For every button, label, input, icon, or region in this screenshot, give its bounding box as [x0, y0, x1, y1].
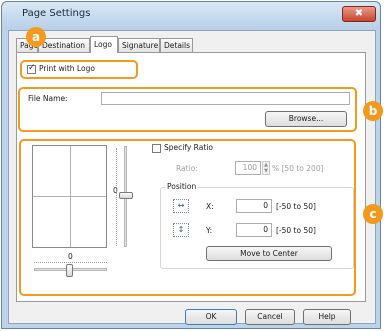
y-label: Y:	[206, 226, 213, 235]
tab-signature[interactable]: Signature	[118, 38, 160, 52]
tab-label: Signature	[122, 41, 159, 50]
callout-badge-a: a	[26, 27, 46, 47]
ratio-range: % [50 to 200]	[272, 164, 324, 173]
y-range: [-50 to 50]	[276, 226, 316, 235]
y-position-input[interactable]: 0	[236, 223, 272, 237]
tab-label: Logo	[94, 40, 112, 49]
tab-label: Details	[164, 41, 191, 50]
help-button[interactable]: Help	[303, 309, 351, 325]
spin-down-icon[interactable]: ▼	[263, 168, 269, 174]
horizontal-position-value: 0	[68, 252, 73, 261]
ratio-input[interactable]: 100	[235, 161, 261, 175]
preview-horizontal-guide	[33, 196, 106, 197]
vertical-position-icon: ↕	[173, 223, 189, 237]
horizontal-slider-thumb[interactable]	[66, 264, 73, 277]
position-group-label: Position	[165, 182, 199, 191]
close-icon: ✖	[354, 8, 364, 19]
browse-button[interactable]: Browse...	[265, 111, 347, 127]
print-with-logo-label: Print with Logo	[39, 64, 95, 73]
callout-badge-c: c	[363, 204, 383, 224]
x-position-input[interactable]: 0	[236, 199, 272, 213]
ok-button[interactable]: OK	[185, 309, 237, 325]
file-name-input[interactable]	[101, 92, 350, 105]
x-range: [-50 to 50]	[276, 202, 316, 211]
title-bar[interactable]: Page Settings ✖	[2, 2, 380, 30]
tab-label: Destination	[42, 41, 86, 50]
ratio-spin[interactable]: ▲ ▼	[262, 161, 270, 175]
tab-logo[interactable]: Logo	[90, 36, 118, 53]
print-with-logo-checkbox[interactable]	[27, 63, 36, 74]
tab-details[interactable]: Details	[160, 38, 193, 52]
vertical-slider-thumb[interactable]	[119, 192, 133, 199]
horizontal-position-icon: ↔	[173, 199, 189, 213]
specify-ratio-label: Specify Ratio	[164, 143, 213, 152]
callout-badge-b: b	[363, 101, 383, 121]
logo-preview-page	[32, 145, 107, 248]
ratio-label: Ratio:	[176, 164, 198, 173]
file-name-label: File Name:	[28, 94, 68, 103]
move-to-center-button[interactable]: Move to Center	[206, 246, 332, 261]
close-button[interactable]: ✖	[342, 6, 376, 22]
vertical-ticks	[116, 148, 118, 246]
tab-destination[interactable]: Destination	[38, 38, 90, 52]
specify-ratio-checkbox[interactable]	[152, 144, 161, 153]
x-label: X:	[206, 202, 214, 211]
cancel-button[interactable]: Cancel	[245, 309, 295, 325]
window-title: Page Settings	[22, 8, 91, 19]
